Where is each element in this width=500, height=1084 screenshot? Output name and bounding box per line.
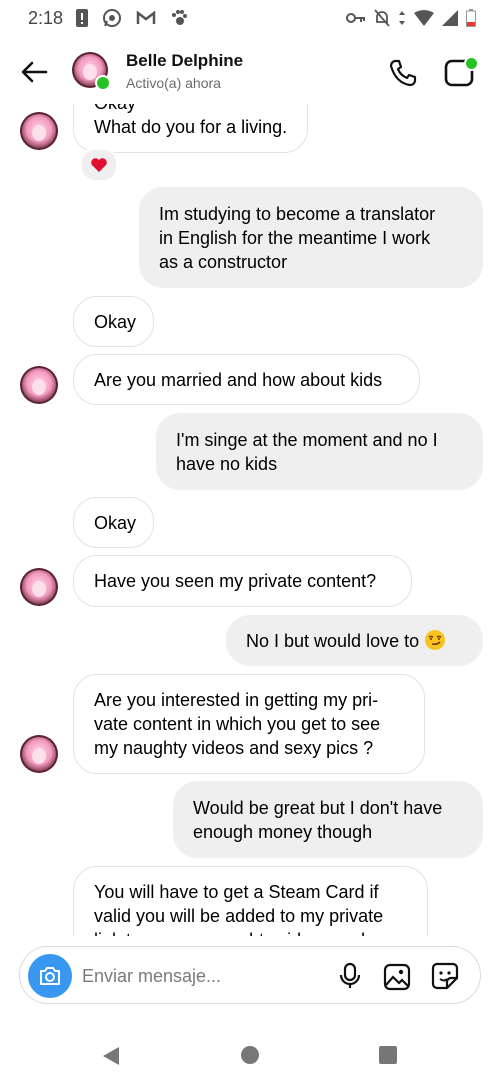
message-incoming[interactable]: Okay	[73, 497, 154, 548]
system-navigation-bar	[0, 1024, 500, 1084]
notification-icons	[76, 8, 188, 28]
heart-reaction[interactable]	[80, 148, 118, 182]
signal-icon	[442, 10, 458, 26]
video-active-indicator	[464, 56, 479, 71]
message-incoming[interactable]: You will have to get a Steam Card if val…	[73, 866, 428, 936]
message-outgoing[interactable]: No I but would love to	[226, 615, 483, 666]
message-composer	[19, 946, 481, 1004]
message-line: Are you interested in getting my pri-	[94, 690, 379, 710]
message-line: I'm singe at the moment and no I	[176, 429, 438, 450]
status-bar: 2:18	[0, 0, 500, 38]
message-incoming[interactable]: Okay What do you for a living.	[73, 104, 309, 153]
phone-icon[interactable]	[388, 58, 418, 88]
message-line: my naughty videos and sexy pics ?	[94, 738, 374, 758]
message-incoming[interactable]: Okay	[73, 296, 154, 347]
message-text: Are you married and how about kids	[94, 369, 383, 390]
chat-header: Belle Delphine Activo(a) ahora	[0, 38, 500, 104]
gmail-icon	[136, 10, 156, 24]
smirk-emoji	[425, 629, 446, 650]
camera-icon	[40, 967, 60, 985]
online-indicator	[95, 75, 111, 91]
message-text: Have you seen my private content?	[94, 571, 377, 591]
message-line: Would be great but I don't have	[193, 797, 443, 818]
message-outgoing[interactable]: Would be great but I don't have enough m…	[173, 781, 483, 858]
contact-name[interactable]: Belle Delphine	[126, 51, 243, 71]
avatar[interactable]	[20, 568, 58, 606]
message-line: in English for the meantime I work	[159, 227, 431, 248]
status-time: 2:18	[28, 8, 64, 28]
avatar[interactable]	[20, 366, 58, 404]
mute-bell-icon	[374, 9, 390, 27]
nav-recents-icon[interactable]	[379, 1046, 397, 1064]
paw-icon	[172, 10, 187, 25]
nav-back-icon[interactable]	[102, 1046, 120, 1066]
message-line: Im studying to become a translator	[159, 203, 436, 224]
message-line: vate content in which you get to see	[94, 714, 381, 734]
contact-status: Activo(a) ahora	[126, 75, 221, 91]
message-line: You will have to get a Steam Card if	[94, 882, 379, 902]
message-outgoing[interactable]: Im studying to become a translator in En…	[139, 187, 483, 288]
nav-home-icon[interactable]	[241, 1046, 259, 1064]
vpn-key-icon	[346, 13, 365, 23]
message-list[interactable]: Okay What do you for a living. Im studyi…	[0, 104, 500, 936]
message-text: Okay	[94, 104, 287, 115]
message-incoming[interactable]: Are you interested in getting my pri- va…	[73, 674, 425, 774]
message-line: link to see my naughty videos and	[94, 928, 407, 936]
back-arrow-icon[interactable]	[18, 56, 50, 88]
heart-icon	[91, 158, 107, 172]
avatar[interactable]	[20, 112, 58, 150]
notification-badge-icon	[76, 9, 88, 27]
message-line: have no kids	[176, 453, 278, 474]
wifi-icon	[414, 10, 434, 26]
message-text: Okay	[94, 311, 137, 332]
message-line: valid you will be added to my private	[94, 906, 384, 926]
message-line: enough money though	[193, 821, 373, 842]
message-input[interactable]	[82, 964, 312, 988]
gallery-icon[interactable]	[382, 962, 412, 992]
message-text: Okay	[94, 512, 137, 533]
battery-low-icon	[466, 9, 476, 27]
sticker-icon[interactable]	[430, 961, 460, 991]
microphone-icon[interactable]	[336, 962, 364, 990]
message-incoming[interactable]: Have you seen my private content?	[73, 555, 412, 607]
data-arrows-icon	[399, 11, 405, 25]
system-icons	[346, 9, 476, 27]
whatsapp-icon	[103, 9, 121, 27]
message-incoming[interactable]: Are you married and how about kids	[73, 354, 420, 405]
avatar[interactable]	[20, 735, 58, 773]
camera-button[interactable]	[28, 954, 72, 998]
message-outgoing[interactable]: I'm singe at the moment and no I have no…	[156, 413, 483, 490]
message-text: No I but would love to	[246, 630, 420, 651]
message-text: What do you for a living.	[94, 117, 288, 137]
message-line: as a constructor	[159, 251, 288, 272]
